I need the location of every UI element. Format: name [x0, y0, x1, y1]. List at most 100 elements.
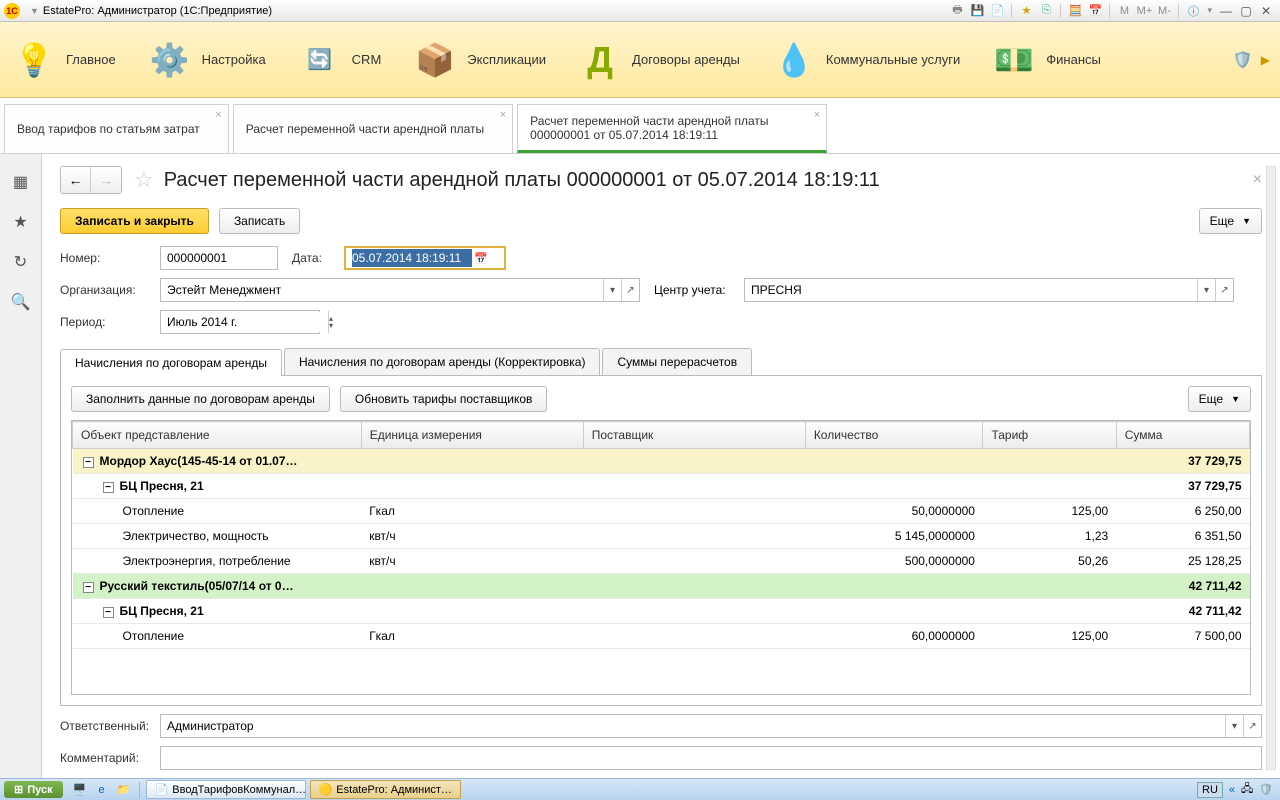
quick-desktop-icon[interactable]: 🖥️ — [71, 783, 89, 796]
calc-icon[interactable]: 🧮 — [1067, 3, 1083, 19]
center-field[interactable] — [745, 280, 1197, 300]
table-row[interactable]: −Русский текстиль(05/07/14 от 0…42 711,4… — [73, 574, 1250, 599]
maximize-button[interactable]: ▢ — [1236, 3, 1256, 19]
toolbar-settings[interactable]: ⚙️Настройка — [146, 36, 266, 84]
collapse-icon[interactable]: − — [103, 607, 114, 618]
shield-icon[interactable]: 🛡️ — [1233, 50, 1253, 70]
nav-forward-button[interactable]: → — [91, 167, 121, 193]
spinner-icon[interactable]: ▴▾ — [328, 311, 333, 333]
tray-network-icon[interactable]: 🖧 — [1241, 780, 1253, 799]
page-title: Расчет переменной части арендной платы 0… — [164, 169, 880, 192]
responsible-combo[interactable]: ▾ ↗ — [160, 714, 1262, 738]
col-sum[interactable]: Сумма — [1116, 422, 1249, 449]
toolbar-utilities[interactable]: 💧Коммунальные услуги — [770, 36, 960, 84]
col-qty[interactable]: Количество — [805, 422, 983, 449]
start-button[interactable]: ⊞Пуск — [4, 781, 63, 798]
tray-collapse-icon[interactable]: « — [1229, 784, 1235, 796]
accruals-grid[interactable]: Объект представление Единица измерения П… — [71, 420, 1251, 695]
link-icon[interactable]: ⎘ — [1038, 3, 1054, 19]
doc-icon[interactable]: 📄 — [989, 3, 1005, 19]
scrollbar[interactable] — [1266, 166, 1276, 770]
save-close-button[interactable]: Записать и закрыть — [60, 208, 209, 234]
mem-mminus[interactable]: M- — [1156, 3, 1172, 19]
fill-button[interactable]: Заполнить данные по договорам аренды — [71, 386, 330, 412]
toolbar-explications[interactable]: 📦Экспликации — [411, 36, 546, 84]
number-field[interactable] — [160, 246, 278, 270]
more-button[interactable]: Еще▼ — [1199, 208, 1262, 234]
open-icon[interactable]: ↗ — [1243, 715, 1261, 737]
search-icon[interactable]: 🔍 — [9, 290, 33, 314]
chevron-down-icon[interactable]: ▾ — [603, 279, 621, 301]
info-dropdown-icon[interactable]: ▾ — [1207, 5, 1212, 16]
toolbar-finance[interactable]: 💵Финансы — [990, 36, 1101, 84]
tab-calc-list[interactable]: Расчет переменной части арендной платы× — [233, 104, 513, 153]
inner-tab-corrections[interactable]: Начисления по договорам аренды (Корректи… — [284, 348, 600, 375]
mem-m[interactable]: M — [1116, 3, 1132, 19]
table-row[interactable]: −БЦ Пресня, 2137 729,75 — [73, 474, 1250, 499]
table-row[interactable]: ОтоплениеГкал50,0000000125,006 250,00 — [73, 499, 1250, 524]
chevron-down-icon[interactable]: ▾ — [1197, 279, 1215, 301]
grid-header-row: Объект представление Единица измерения П… — [73, 422, 1250, 449]
chevron-down-icon[interactable]: ▾ — [1225, 715, 1243, 737]
toolbar-crm[interactable]: 🔄CRM — [296, 36, 382, 84]
close-icon[interactable]: × — [814, 109, 820, 121]
col-supplier[interactable]: Поставщик — [583, 422, 805, 449]
tab-calc-doc[interactable]: Расчет переменной части арендной платы 0… — [517, 104, 827, 153]
inner-tab-recalc[interactable]: Суммы перерасчетов — [602, 348, 752, 375]
calendar-picker-icon[interactable]: 📅 — [472, 252, 490, 265]
favorite-star-icon[interactable]: ☆ — [134, 167, 154, 193]
table-row[interactable]: ОтоплениеГкал60,0000000125,007 500,00 — [73, 624, 1250, 649]
col-unit[interactable]: Единица измерения — [361, 422, 583, 449]
taskbar-item[interactable]: 🟡EstatePro: Админист… — [310, 780, 461, 799]
table-row[interactable]: −БЦ Пресня, 2142 711,42 — [73, 599, 1250, 624]
comment-field-wrapper[interactable] — [160, 746, 1262, 770]
tray-shield-icon[interactable]: 🛡️ — [1259, 783, 1273, 796]
toolbar-contracts[interactable]: ДДоговоры аренды — [576, 36, 740, 84]
collapse-icon[interactable]: − — [83, 457, 94, 468]
tab-tariffs[interactable]: Ввод тарифов по статьям затрат× — [4, 104, 229, 153]
close-icon[interactable]: × — [500, 109, 506, 121]
nav-back-button[interactable]: ← — [61, 167, 91, 193]
toolbar-more-icon[interactable]: ▶ — [1261, 53, 1270, 67]
form-close-button[interactable]: × — [1253, 171, 1262, 189]
update-tariffs-button[interactable]: Обновить тарифы поставщиков — [340, 386, 548, 412]
title-dropdown-icon[interactable]: ▼ — [30, 6, 39, 16]
org-field[interactable] — [161, 280, 603, 300]
quick-ie-icon[interactable]: e — [93, 784, 111, 796]
table-row[interactable]: Электроэнергия, потреблениеквт/ч500,0000… — [73, 549, 1250, 574]
close-button[interactable]: ✕ — [1256, 3, 1276, 19]
grid-more-button[interactable]: Еще▼ — [1188, 386, 1251, 412]
period-combo[interactable]: ▴▾ — [160, 310, 320, 334]
table-row[interactable]: Электричество, мощностьквт/ч5 145,000000… — [73, 524, 1250, 549]
comment-field[interactable] — [161, 748, 1261, 768]
calendar-icon[interactable]: 📅 — [1087, 3, 1103, 19]
open-icon[interactable]: ↗ — [621, 279, 639, 301]
minimize-button[interactable]: — — [1216, 3, 1236, 19]
fav-icon[interactable]: ★ — [1018, 3, 1034, 19]
taskbar-item[interactable]: 📄ВводТарифовКоммунал… — [146, 780, 306, 799]
print-icon[interactable]: 🖶 — [949, 3, 965, 19]
quick-explorer-icon[interactable]: 📁 — [115, 783, 133, 796]
save-icon[interactable]: 💾 — [969, 3, 985, 19]
collapse-icon[interactable]: − — [83, 582, 94, 593]
org-combo[interactable]: ▾ ↗ — [160, 278, 640, 302]
mem-mplus[interactable]: M+ — [1136, 3, 1152, 19]
collapse-icon[interactable]: − — [103, 482, 114, 493]
date-field[interactable] — [352, 249, 472, 267]
apps-icon[interactable]: ▦ — [9, 170, 33, 194]
responsible-field[interactable] — [161, 716, 1225, 736]
col-tariff[interactable]: Тариф — [983, 422, 1116, 449]
table-row[interactable]: −Мордор Хаус(145-45-14 от 01.07…37 729,7… — [73, 449, 1250, 474]
toolbar-main[interactable]: 💡Главное — [10, 36, 116, 84]
lang-indicator[interactable]: RU — [1197, 782, 1223, 798]
save-button[interactable]: Записать — [219, 208, 300, 234]
star-icon[interactable]: ★ — [9, 210, 33, 234]
info-icon[interactable]: ⓘ — [1185, 3, 1201, 19]
inner-tab-accruals[interactable]: Начисления по договорам аренды — [60, 349, 282, 376]
open-icon[interactable]: ↗ — [1215, 279, 1233, 301]
close-icon[interactable]: × — [215, 109, 221, 121]
period-field[interactable] — [161, 312, 328, 332]
center-combo[interactable]: ▾ ↗ — [744, 278, 1234, 302]
history-icon[interactable]: ↻ — [9, 250, 33, 274]
col-object[interactable]: Объект представление — [73, 422, 362, 449]
